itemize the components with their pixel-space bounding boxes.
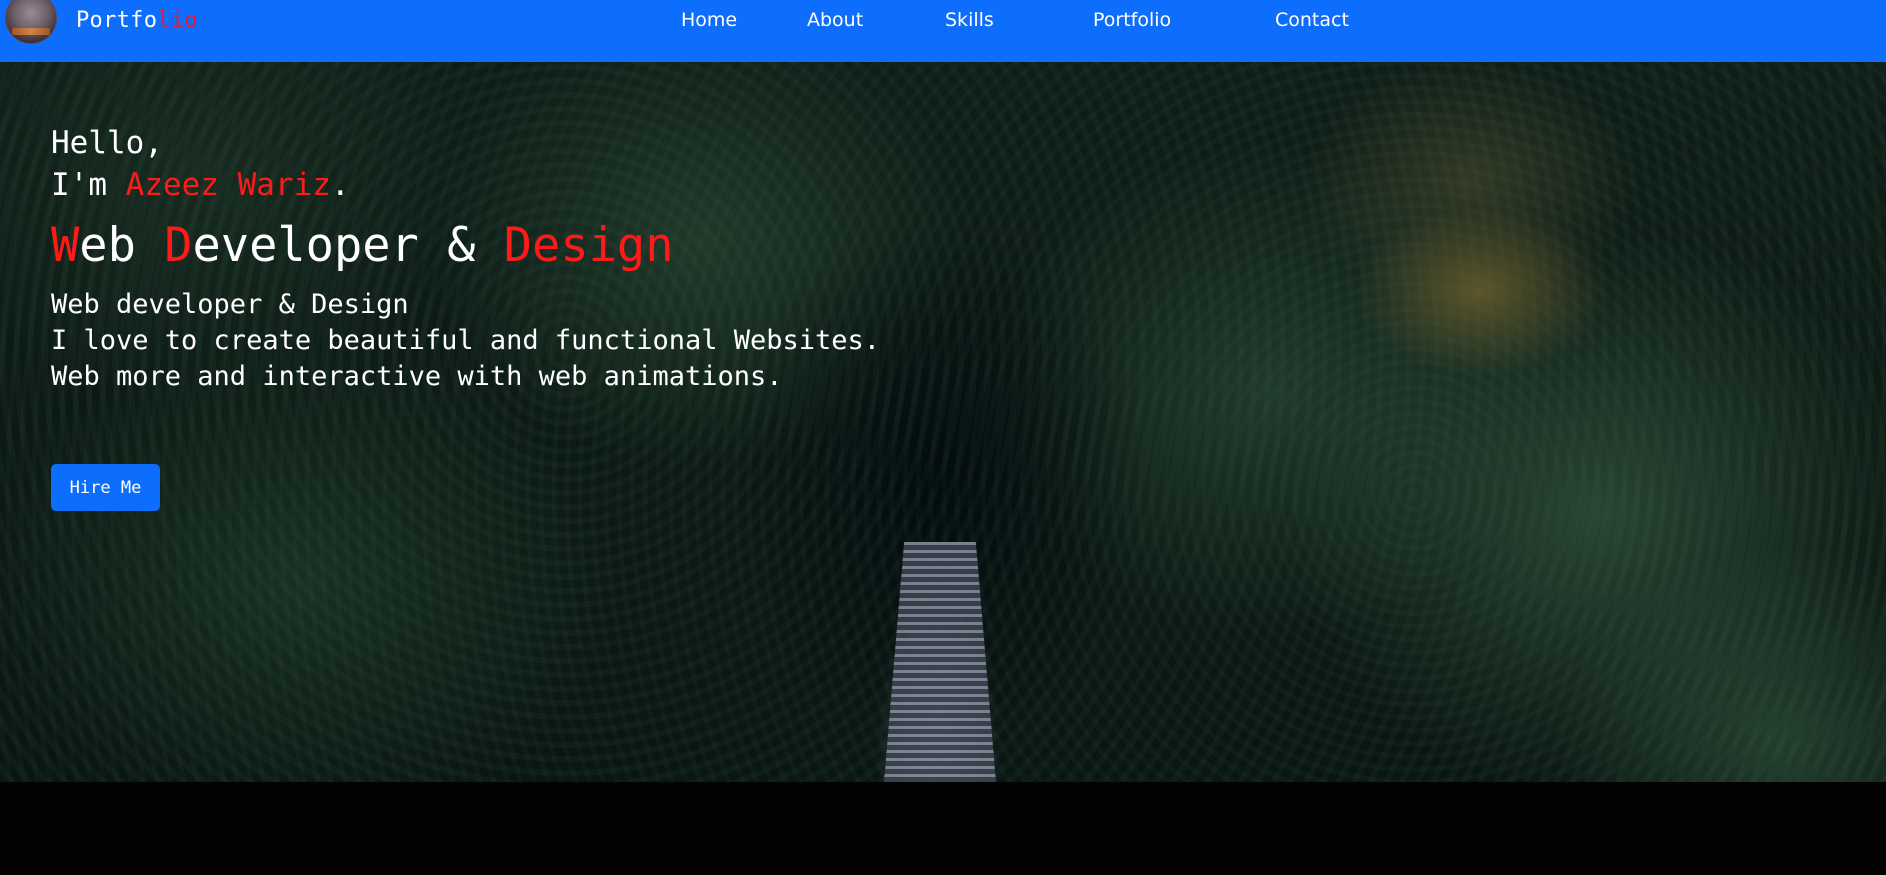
intro-line: I'm Azeez Wariz. [51,164,350,206]
headline-part: W [51,218,80,273]
profile-avatar[interactable] [5,0,57,44]
description-line: Web developer & Design [51,289,409,320]
hero-description: Web developer & Design I love to create … [51,287,880,395]
description-line: Web more and interactive with web animat… [51,361,783,392]
headline-part: eb [79,218,165,273]
nav-link-portfolio[interactable]: Portfolio [1093,9,1171,31]
headline-part: D [164,218,193,273]
intro-prefix: I'm [51,167,126,203]
brand-text-main: Portfo [76,8,158,33]
hire-me-button[interactable]: Hire Me [51,464,160,511]
description-line: I love to create beautiful and functiona… [51,325,881,356]
page-bottom-area [0,782,1886,875]
headline-part: eveloper & [192,218,504,273]
hero-section: Hello, I'm Azeez Wariz. Web Developer & … [0,62,1886,782]
brand-logo[interactable]: Portfolio [76,8,198,33]
hero-headline: Web Developer & Design [51,218,674,273]
nav-link-about[interactable]: About [807,9,863,31]
hero-name: Azeez Wariz [125,167,331,203]
greeting-line: Hello, [51,125,163,161]
hero-greeting: Hello, I'm Azeez Wariz. [51,122,350,206]
nav-link-skills[interactable]: Skills [945,9,994,31]
nav-link-contact[interactable]: Contact [1275,9,1349,31]
intro-suffix: . [330,167,350,203]
headline-part: Design [503,218,674,273]
brand-text-accent: lio [157,8,198,33]
navbar: Portfolio Home About Skills Portfolio Co… [0,0,1886,62]
nav-link-home[interactable]: Home [681,9,737,31]
